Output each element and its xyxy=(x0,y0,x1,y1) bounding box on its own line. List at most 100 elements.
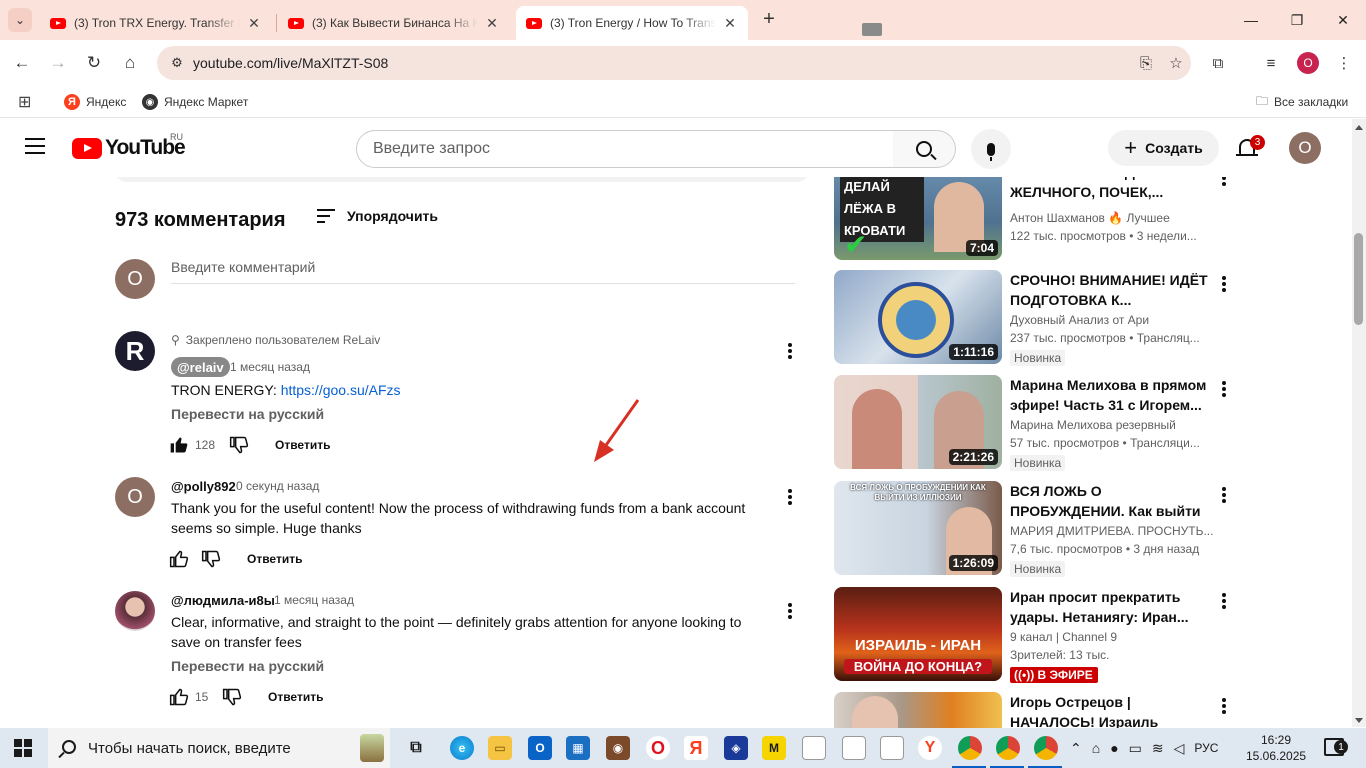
comment-author-chip[interactable]: @relaiv xyxy=(171,357,230,377)
tray-battery-icon[interactable]: ▭ xyxy=(1129,740,1142,757)
tray-microphone-icon[interactable]: ● xyxy=(1110,740,1118,756)
windows-start-icon[interactable] xyxy=(14,739,32,757)
yandex-icon[interactable]: Я xyxy=(684,736,708,760)
comment-author[interactable]: @людмила-и8ы xyxy=(171,593,275,608)
video-thumbnail[interactable]: 1:11:16 xyxy=(834,270,1002,364)
scroll-down-arrow-icon[interactable] xyxy=(1355,718,1363,723)
video-channel[interactable]: Антон Шахманов 🔥 Лучшее xyxy=(1010,211,1214,225)
comment-time[interactable]: 1 месяц назад xyxy=(230,360,310,374)
recommended-video[interactable]: ИЗРАИЛЬ - ИРАН ВОЙНА ДО КОНЦА? Иран прос… xyxy=(834,587,1234,683)
dislike-icon[interactable] xyxy=(229,435,249,455)
market-app-icon[interactable]: M xyxy=(762,736,786,760)
file-explorer-icon[interactable]: ▭ xyxy=(488,736,512,760)
browser-menu-icon[interactable]: ⋮ xyxy=(1332,51,1356,75)
shield-app-icon[interactable]: ◈ xyxy=(724,736,748,760)
tab-close-icon[interactable]: ✕ xyxy=(484,15,500,32)
dislike-icon[interactable] xyxy=(201,549,221,569)
tray-language[interactable]: РУС xyxy=(1194,741,1218,755)
document-icon[interactable] xyxy=(842,736,866,760)
bookmark-star-icon[interactable]: ☆ xyxy=(1161,54,1191,72)
tab-tron-trx-energy[interactable]: (3) Tron TRX Energy. Transfer USDT ✕ xyxy=(40,6,272,40)
like-filled-icon[interactable] xyxy=(169,435,189,455)
translate-button[interactable]: Перевести на русский xyxy=(171,406,324,422)
video-thumbnail[interactable] xyxy=(834,692,1002,728)
video-menu-icon[interactable] xyxy=(1222,487,1226,503)
video-channel[interactable]: 9 канал | Channel 9 xyxy=(1010,630,1214,644)
tab-close-icon[interactable]: ✕ xyxy=(246,15,262,32)
video-thumbnail[interactable]: 2:21:26 xyxy=(834,375,1002,469)
video-channel[interactable]: МАРИЯ ДМИТРИЕВА. ПРОСНУТЬ... xyxy=(1010,524,1214,538)
url-text[interactable]: youtube.com/live/MaXlTZT-S08 xyxy=(193,55,1131,71)
back-arrow-icon[interactable]: ← xyxy=(10,51,34,75)
tab-binance-card[interactable]: (3) Как Вывести Бинанса На Карту ✕ xyxy=(278,6,510,40)
search-button[interactable] xyxy=(893,130,956,168)
comment-menu-icon[interactable] xyxy=(788,489,792,505)
reply-button[interactable]: Ответить xyxy=(275,438,330,452)
new-tab-plus-icon[interactable]: + xyxy=(758,8,780,32)
install-app-icon[interactable]: ⎘ xyxy=(1131,55,1161,72)
tray-chevron-up-icon[interactable]: ⌃ xyxy=(1070,740,1082,757)
video-channel[interactable]: Марина Мелихова резервный xyxy=(1010,418,1214,432)
reload-icon[interactable]: ↻ xyxy=(82,51,106,75)
video-title[interactable]: СРОЧНО! ВНИМАНИЕ! ИДЁТ ПОДГОТОВКА К... xyxy=(1010,270,1214,310)
youtube-logo[interactable]: YouTube RU xyxy=(72,132,186,160)
eye-app-icon[interactable]: ◉ xyxy=(606,736,630,760)
document-icon[interactable] xyxy=(802,736,826,760)
minimize-icon[interactable]: — xyxy=(1228,0,1274,40)
video-title[interactable]: Марина Мелихова в прямом эфире! Часть 31… xyxy=(1010,375,1214,415)
tray-device-icon[interactable]: ⌂ xyxy=(1092,740,1100,756)
account-avatar[interactable]: О xyxy=(1289,132,1321,164)
outlook-icon[interactable]: O xyxy=(528,736,552,760)
extensions-puzzle-icon[interactable]: ⧉ xyxy=(1206,51,1230,75)
forward-arrow-icon[interactable]: → xyxy=(46,51,70,75)
recommended-video[interactable]: 1:11:16 СРОЧНО! ВНИМАНИЕ! ИДЁТ ПОДГОТОВК… xyxy=(834,270,1234,366)
comment-link[interactable]: https://goo.su/AFzs xyxy=(281,382,401,398)
video-thumbnail[interactable]: ДЕЛАЙ ЛЁЖА В КРОВАТИ ✔ 7:04 xyxy=(834,166,1002,260)
recommended-video[interactable]: ВСЯ ЛОЖЬ О ПРОБУЖДЕНИИ КАК ВЫЙТИ ИЗ ИЛЛЮ… xyxy=(834,481,1234,577)
all-bookmarks-folder[interactable]: 🗀 Все закладки xyxy=(1256,92,1348,112)
recommended-video[interactable]: 2:21:26 Марина Мелихова в прямом эфире! … xyxy=(834,375,1234,471)
tab-tron-energy-active[interactable]: (3) Tron Energy / How To Transfer ✕ xyxy=(516,6,748,40)
dislike-icon[interactable] xyxy=(222,687,242,707)
close-window-icon[interactable]: ✕ xyxy=(1320,0,1366,40)
tray-volume-icon[interactable]: ◁ xyxy=(1174,740,1185,757)
chrome-icon[interactable] xyxy=(1034,736,1058,760)
task-view-icon[interactable]: ⧉ xyxy=(404,736,428,760)
video-title[interactable]: Игорь Острецов | НАЧАЛОСЬ! Израиль АТАКО… xyxy=(1010,692,1214,728)
page-scrollbar[interactable] xyxy=(1352,119,1366,727)
sort-comments-button[interactable]: Упорядочить xyxy=(317,208,438,224)
comment-avatar-relaiv[interactable]: R xyxy=(115,331,155,371)
video-menu-icon[interactable] xyxy=(1222,698,1226,714)
recommended-video[interactable]: Игорь Острецов | НАЧАЛОСЬ! Израиль АТАКО… xyxy=(834,692,1234,728)
browser-profile-avatar[interactable]: О xyxy=(1297,52,1319,74)
taskbar-search-box[interactable]: Чтобы начать поиск, введите xyxy=(48,728,390,768)
edge-browser-icon[interactable]: e xyxy=(450,736,474,760)
tray-wifi-icon[interactable]: ≋ xyxy=(1152,740,1164,757)
yandex-browser-icon[interactable]: Y xyxy=(918,736,942,760)
home-icon[interactable]: ⌂ xyxy=(118,51,142,75)
comment-avatar-polly[interactable]: О xyxy=(115,477,155,517)
chrome-icon[interactable] xyxy=(958,736,982,760)
scrollbar-thumb[interactable] xyxy=(1354,233,1363,325)
video-menu-icon[interactable] xyxy=(1222,593,1226,609)
apps-grid-icon[interactable]: ⊞ xyxy=(18,92,31,112)
scroll-up-arrow-icon[interactable] xyxy=(1355,125,1363,130)
reply-button[interactable]: Ответить xyxy=(247,552,302,566)
comment-avatar-lyudmila[interactable] xyxy=(115,591,155,631)
chrome-icon[interactable] xyxy=(996,736,1020,760)
like-icon[interactable] xyxy=(169,687,189,707)
document-icon[interactable] xyxy=(880,736,904,760)
video-title[interactable]: Иран просит прекратить удары. Нетаниягу:… xyxy=(1010,587,1214,627)
video-menu-icon[interactable] xyxy=(1222,276,1226,292)
restore-icon[interactable]: ❐ xyxy=(1274,0,1320,40)
comment-time[interactable]: 1 месяц назад xyxy=(274,593,354,607)
bookmark-yandex-market[interactable]: ◉ Яндекс Маркет xyxy=(142,92,248,112)
comment-input[interactable]: Введите комментарий xyxy=(171,259,795,284)
site-info-icon[interactable]: ⚙ xyxy=(169,55,185,71)
comment-author[interactable]: @polly892 xyxy=(171,479,236,494)
video-title[interactable]: ВСЯ ЛОЖЬ О ПРОБУЖДЕНИИ. Как выйти из илл… xyxy=(1010,481,1214,521)
create-button[interactable]: + Создать xyxy=(1108,130,1219,166)
news-app-icon[interactable]: ▦ xyxy=(566,736,590,760)
reply-button[interactable]: Ответить xyxy=(268,690,323,704)
like-icon[interactable] xyxy=(169,549,189,569)
